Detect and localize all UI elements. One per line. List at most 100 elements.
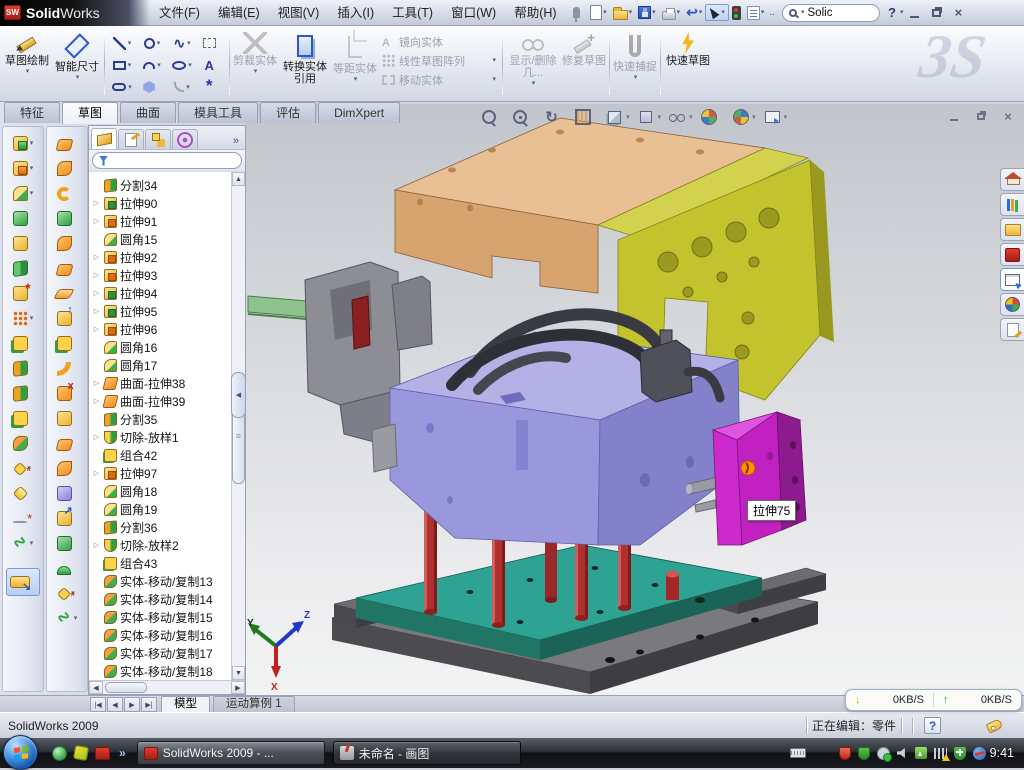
toolbar-button[interactable]: ▾ xyxy=(47,581,87,606)
chevron-down-icon[interactable]: ▾ xyxy=(752,114,756,121)
minimize-button[interactable] xyxy=(904,4,924,22)
tree-item[interactable]: ▷ 切除-放样2 xyxy=(92,536,231,554)
toolbar-button[interactable]: ▾ xyxy=(635,3,659,23)
scroll-down-icon[interactable]: ▼ xyxy=(232,666,245,680)
linear-pattern-button[interactable]: 线性草图阵列 ▾ xyxy=(382,53,496,68)
task-pane-tab[interactable] xyxy=(1000,293,1024,316)
expand-arrow-icon[interactable]: ▷ xyxy=(92,469,101,477)
chevron-down-icon[interactable]: ▾ xyxy=(128,40,132,47)
toolbar-button[interactable]: ▾ xyxy=(47,506,87,531)
chevron-down-icon[interactable]: ▾ xyxy=(801,9,805,16)
quick-snaps-button[interactable]: 快速捕捉 ▾ xyxy=(612,28,658,99)
chevron-down-icon[interactable]: ▾ xyxy=(626,114,630,121)
tree-item[interactable]: ▷ 实体-移动/复制13 xyxy=(92,572,231,590)
toolbar-button[interactable]: ▾ xyxy=(587,3,610,23)
quick-launch-icon[interactable] xyxy=(95,747,110,760)
toolbar-button[interactable]: ▾ xyxy=(47,431,87,456)
rapid-sketch-button[interactable]: 快速草图 xyxy=(663,28,713,99)
chevron-down-icon[interactable]: ▾ xyxy=(76,74,80,81)
toolbar-button[interactable]: ▾ xyxy=(3,281,43,306)
chevron-down-icon[interactable]: ▾ xyxy=(128,84,132,91)
tray-icon[interactable] xyxy=(973,747,986,760)
sketch-tool-button[interactable]: ▾ xyxy=(197,76,227,98)
chevron-down-icon[interactable]: ▾ xyxy=(761,9,765,16)
panel-splitter-handle[interactable]: ◀ xyxy=(231,372,246,418)
convert-entities-button[interactable]: 转换实体引用 xyxy=(278,28,332,99)
chevron-down-icon[interactable]: ▾ xyxy=(784,114,788,121)
doc-minimize-button[interactable] xyxy=(944,108,964,124)
toolbar-button[interactable]: ▾ xyxy=(47,406,87,431)
toolbar-button[interactable]: ▾ xyxy=(570,3,588,23)
ribbon-tab[interactable]: 草图 xyxy=(62,102,118,124)
chevron-down-icon[interactable]: ▾ xyxy=(30,140,34,147)
panel-overflow-chevron[interactable]: » xyxy=(229,135,243,149)
toolbar-button[interactable]: ▾ xyxy=(3,481,43,506)
toolbar-button[interactable]: ▾ xyxy=(47,356,87,381)
model-canvas[interactable]: Y Z X xyxy=(246,104,1024,695)
toolbar-button[interactable]: ▾ xyxy=(47,381,87,406)
tree-item[interactable]: ▷ 拉伸92 xyxy=(92,248,231,266)
chevron-down-icon[interactable]: ▾ xyxy=(492,57,496,64)
expand-arrow-icon[interactable]: ▷ xyxy=(92,289,101,297)
chevron-down-icon[interactable]: ▾ xyxy=(354,76,358,83)
panel-tab[interactable] xyxy=(91,128,117,149)
hud-button[interactable]: ▾ xyxy=(541,107,567,127)
rebuild-button[interactable] xyxy=(729,3,744,23)
doc-close-button[interactable]: × xyxy=(998,108,1018,124)
menu-item[interactable]: 帮助(H) xyxy=(505,0,565,26)
tree-item[interactable]: ▷ 圆角19 xyxy=(92,500,231,518)
tree-item[interactable]: ▷ 切除-放样1 xyxy=(92,428,231,446)
chevron-down-icon[interactable]: ▾ xyxy=(629,9,633,16)
tray-icon[interactable] xyxy=(839,747,851,760)
toolbar-button[interactable]: ▾ xyxy=(47,531,87,556)
hud-button[interactable]: ▾ xyxy=(604,107,630,127)
scroll-up-icon[interactable]: ▲ xyxy=(232,172,245,186)
toolbar-button[interactable]: ▾ xyxy=(3,231,43,256)
chevron-down-icon[interactable]: ▾ xyxy=(492,76,496,83)
sketch-tool-button[interactable]: ▾ xyxy=(137,76,167,98)
tree-item[interactable]: ▷ 实体-移动/复制14 xyxy=(92,590,231,608)
offset-entities-button[interactable]: 等距实体 ▾ xyxy=(332,28,378,99)
hud-button[interactable]: ▾ xyxy=(730,107,756,127)
tree-item[interactable]: ▷ 拉伸90 xyxy=(92,194,231,212)
sketch-tool-button[interactable]: ▾ xyxy=(107,32,137,54)
chevron-down-icon[interactable]: ▾ xyxy=(677,9,681,16)
hud-button[interactable]: ▾ xyxy=(478,107,504,127)
tray-icon[interactable] xyxy=(954,747,966,760)
ribbon-tab[interactable]: 特征 xyxy=(4,102,60,123)
expand-arrow-icon[interactable]: ▷ xyxy=(92,397,101,405)
chevron-down-icon[interactable]: ▾ xyxy=(157,40,161,47)
move-entities-button[interactable]: 移动实体 ▾ xyxy=(382,72,496,87)
toolbar-button[interactable]: ▾ xyxy=(47,256,87,281)
tree-item[interactable]: ▷ 分割34 xyxy=(92,176,231,194)
tree-item[interactable]: ▷ 分割36 xyxy=(92,518,231,536)
ribbon-tab[interactable]: 曲面 xyxy=(120,102,176,123)
tree-item[interactable]: ▷ 拉伸94 xyxy=(92,284,231,302)
task-pane-tab[interactable] xyxy=(1000,168,1024,191)
toolbar-button[interactable]: ▾ xyxy=(3,256,43,281)
expand-arrow-icon[interactable]: ▷ xyxy=(92,541,101,549)
toolbar-button[interactable]: ▾ xyxy=(47,331,87,356)
chevron-down-icon[interactable]: ▾ xyxy=(188,62,192,69)
sketch-tool-button[interactable]: ▾ xyxy=(137,32,167,54)
panel-tab[interactable] xyxy=(172,129,198,149)
tree-item[interactable]: ▷ 圆角16 xyxy=(92,338,231,356)
toolbar-button[interactable]: ▾ xyxy=(3,506,43,531)
search-input[interactable]: ▾ Solic xyxy=(782,4,880,22)
toolbar-button[interactable]: ▾ xyxy=(3,331,43,356)
toolbar-button[interactable]: ▾ xyxy=(3,181,43,206)
tree-item[interactable]: ▷ 拉伸96 xyxy=(92,320,231,338)
tree-item[interactable]: ▷ 拉伸97 xyxy=(92,464,231,482)
scrollbar-thumb[interactable] xyxy=(105,682,147,693)
chevron-down-icon[interactable]: ▾ xyxy=(26,68,30,75)
toolbar-button[interactable]: ▾ xyxy=(3,406,43,431)
doc-restore-button[interactable] xyxy=(971,108,991,124)
tray-icon[interactable] xyxy=(877,747,890,760)
ribbon-tab[interactable]: DimXpert xyxy=(318,102,400,123)
mirror-entities-button[interactable]: 镜向实体 xyxy=(382,34,496,49)
chevron-down-icon[interactable]: ▾ xyxy=(30,165,34,172)
scroll-right-icon[interactable]: ▶ xyxy=(231,681,245,694)
display-delete-relations-button[interactable]: 显示/删除几... ▾ xyxy=(505,28,561,99)
quick-tips-button[interactable]: ? xyxy=(924,717,941,734)
tree-item[interactable]: ▷ 实体-移动/复制17 xyxy=(92,644,231,662)
